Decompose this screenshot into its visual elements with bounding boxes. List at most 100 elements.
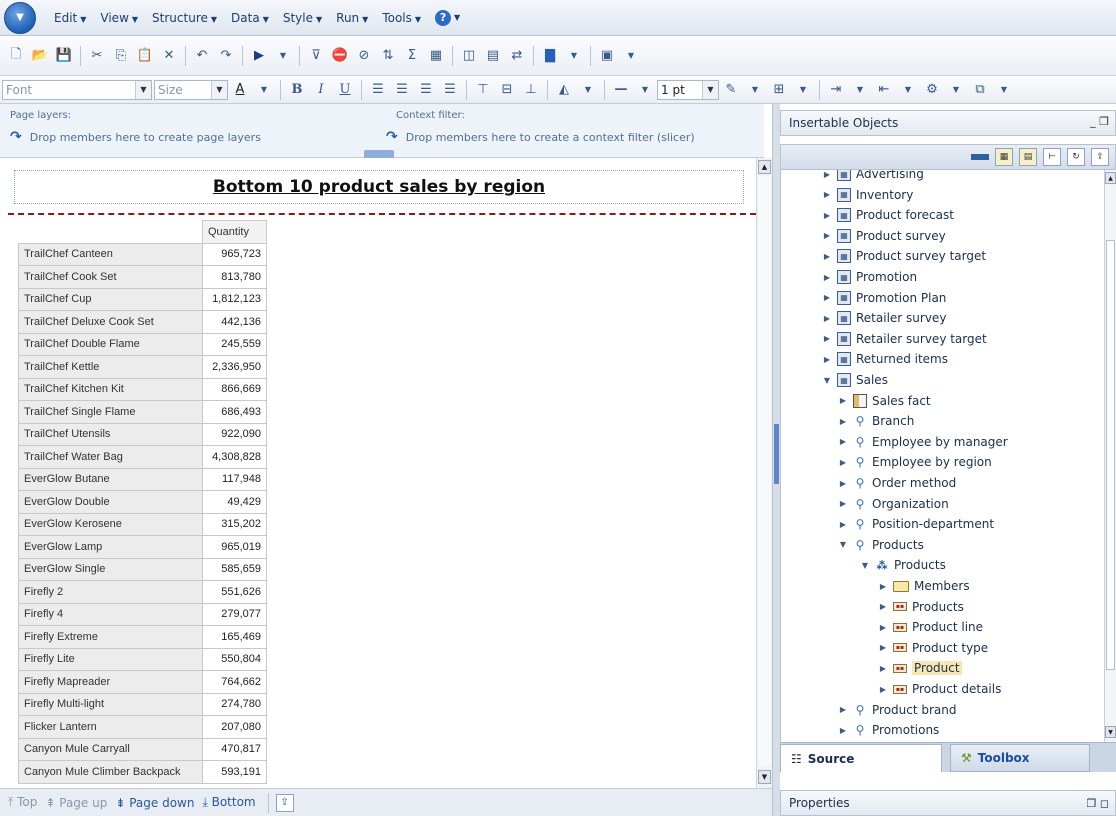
chart-dropdown-icon[interactable]: ▼ xyxy=(565,47,583,65)
quantity-cell[interactable]: 4,308,828 xyxy=(202,445,267,469)
crosstab[interactable]: Quantity TrailChef Canteen 965,723 TrailCh… xyxy=(18,220,267,784)
tree-item-promotion[interactable]: ▶ ▦ Promotion xyxy=(821,267,917,287)
tree-view-icon[interactable]: ⊢ xyxy=(1043,148,1061,166)
tree-item-employee-by-manager[interactable]: ▶ ⚲ Employee by manager xyxy=(837,432,1008,452)
menu-view[interactable]: View ▼ xyxy=(100,11,138,25)
summarize-icon[interactable]: Σ xyxy=(403,47,421,65)
tree-item-position-department[interactable]: ▶ ⚲ Position-department xyxy=(837,514,994,534)
page-export-icon[interactable]: ⇪ xyxy=(275,793,294,812)
tree-item-product-survey[interactable]: ▶ ▦ Product survey xyxy=(821,226,946,246)
help-icon[interactable]: ? xyxy=(435,9,452,26)
quantity-cell[interactable]: 49,429 xyxy=(202,490,267,514)
font-combo[interactable]: Font ▼ xyxy=(2,79,152,100)
border-color-icon[interactable]: ✎ xyxy=(722,81,740,99)
collapsed-arrow-icon[interactable]: ▶ xyxy=(821,252,833,261)
row-label[interactable]: TrailChef Canteen xyxy=(18,242,203,266)
menu-structure[interactable]: Structure ▼ xyxy=(152,11,217,25)
open-icon[interactable]: 📂 xyxy=(31,47,49,65)
minimize-icon[interactable] xyxy=(971,154,989,160)
collapsed-arrow-icon[interactable]: ▶ xyxy=(821,211,833,220)
menu-run[interactable]: Run ▼ xyxy=(336,11,368,25)
tree-item-promotions[interactable]: ▶ ⚲ Promotions xyxy=(837,720,939,740)
tree-item-products[interactable]: ▼ ⚲ Products xyxy=(837,535,924,555)
fill-dropdown-icon[interactable]: ▼ xyxy=(579,81,597,99)
chevron-down-icon[interactable]: ▼ xyxy=(702,80,718,99)
align-top-icon[interactable]: ⊤ xyxy=(474,81,492,99)
borders-dropdown-icon[interactable]: ▼ xyxy=(794,81,812,99)
quantity-cell[interactable]: 922,090 xyxy=(202,422,267,446)
size-combo[interactable]: Size ▼ xyxy=(154,79,228,100)
pivot-icon[interactable]: ◫ xyxy=(460,47,478,65)
chevron-down-icon[interactable]: ▼ xyxy=(135,80,151,99)
quantity-cell[interactable]: 965,723 xyxy=(202,242,267,266)
outdent-icon[interactable]: ⇤ xyxy=(875,81,893,99)
tree-item-organization[interactable]: ▶ ⚲ Organization xyxy=(837,494,949,514)
scroll-down-icon[interactable]: ▼ xyxy=(1105,726,1116,738)
row-label[interactable]: EverGlow Lamp xyxy=(18,535,203,559)
quantity-cell[interactable]: 593,191 xyxy=(202,760,267,784)
save-icon[interactable]: 💾 xyxy=(55,47,73,65)
collapsed-arrow-icon[interactable]: ▶ xyxy=(837,479,849,488)
row-label[interactable]: Firefly Lite xyxy=(18,647,203,671)
tree-item-members[interactable]: ▶ Members xyxy=(877,576,970,596)
expanded-arrow-icon[interactable]: ▼ xyxy=(821,376,833,385)
menu-edit[interactable]: Edit ▼ xyxy=(54,11,86,25)
row-label[interactable]: Flicker Lantern xyxy=(18,715,203,739)
outdent-dropdown-icon[interactable]: ▼ xyxy=(899,81,917,99)
collapsed-arrow-icon[interactable]: ▶ xyxy=(821,170,833,179)
collapsed-arrow-icon[interactable]: ▶ xyxy=(821,293,833,302)
quantity-cell[interactable]: 470,817 xyxy=(202,737,267,761)
chevron-down-icon[interactable]: ▼ xyxy=(211,80,227,99)
tree-item-advertising[interactable]: ▶ ▦ Advertising xyxy=(821,170,924,184)
context-filter-drop-zone[interactable]: Context filter: ↷ Drop members here to c… xyxy=(386,110,695,145)
group-icon[interactable]: ▤ xyxy=(484,47,502,65)
sort-icon[interactable]: ⇅ xyxy=(379,47,397,65)
row-label[interactable]: Firefly 2 xyxy=(18,580,203,604)
font-color-icon[interactable]: A xyxy=(231,81,249,99)
tree-item-retailer-survey[interactable]: ▶ ▦ Retailer survey xyxy=(821,308,946,328)
redo-icon[interactable]: ↷ xyxy=(217,47,235,65)
pane-controls-icon[interactable]: _ ❐ xyxy=(1090,115,1109,128)
italic-icon[interactable]: I xyxy=(312,81,330,99)
collapsed-arrow-icon[interactable]: ▶ xyxy=(877,602,889,611)
indent-icon[interactable]: ⇥ xyxy=(827,81,845,99)
quantity-cell[interactable]: 315,202 xyxy=(202,512,267,536)
tree-item-returned-items[interactable]: ▶ ▦ Returned items xyxy=(821,349,948,369)
tree-item-employee-by-region[interactable]: ▶ ⚲ Employee by region xyxy=(837,452,992,472)
tree-item-inventory[interactable]: ▶ ▦ Inventory xyxy=(821,185,913,205)
tree-item-product-survey-target[interactable]: ▶ ▦ Product survey target xyxy=(821,246,986,266)
collapsed-arrow-icon[interactable]: ▶ xyxy=(821,190,833,199)
collapsed-arrow-icon[interactable]: ▶ xyxy=(837,520,849,529)
align-right-icon[interactable]: ☰ xyxy=(417,81,435,99)
indent-dropdown-icon[interactable]: ▼ xyxy=(851,81,869,99)
row-label[interactable]: EverGlow Kerosene xyxy=(18,512,203,536)
data-format-icon[interactable]: ⚙ xyxy=(923,81,941,99)
tab-source[interactable]: ☷ Source xyxy=(780,744,942,772)
tree-item-product-line[interactable]: ▶ ▪▪ Product line xyxy=(877,617,983,637)
row-label[interactable]: TrailChef Single Flame xyxy=(18,400,203,424)
tree-item-product-details[interactable]: ▶ ▪▪ Product details xyxy=(877,679,1001,699)
row-label[interactable]: Canyon Mule Carryall xyxy=(18,737,203,761)
justify-icon[interactable]: ☰ xyxy=(441,81,459,99)
run-dropdown-icon[interactable]: ▼ xyxy=(274,47,292,65)
row-label[interactable]: TrailChef Deluxe Cook Set xyxy=(18,310,203,334)
collapsed-arrow-icon[interactable]: ▶ xyxy=(837,396,849,405)
quantity-cell[interactable]: 117,948 xyxy=(202,467,267,491)
expanded-arrow-icon[interactable]: ▼ xyxy=(859,561,871,570)
style-icon[interactable]: ⧉ xyxy=(971,81,989,99)
row-label[interactable]: Firefly Extreme xyxy=(18,625,203,649)
copy-icon[interactable]: ⎘ xyxy=(112,47,130,65)
view-members-icon[interactable]: ▦ xyxy=(995,148,1013,166)
report-title-block[interactable]: Bottom 10 product sales by region xyxy=(14,170,744,204)
insert-chart-icon[interactable]: ▣ xyxy=(598,47,616,65)
row-label[interactable]: Canyon Mule Climber Backpack xyxy=(18,760,203,784)
quantity-cell[interactable]: 274,780 xyxy=(202,692,267,716)
chart-icon[interactable]: ▇ xyxy=(541,47,559,65)
scroll-up-icon[interactable]: ▲ xyxy=(1105,172,1116,184)
pane-controls-icon[interactable]: ❐ ◻ xyxy=(1087,797,1110,810)
calculate-icon[interactable]: ▦ xyxy=(427,47,445,65)
align-left-icon[interactable]: ☰ xyxy=(369,81,387,99)
row-label[interactable]: TrailChef Kitchen Kit xyxy=(18,377,203,401)
quantity-cell[interactable]: 585,659 xyxy=(202,557,267,581)
app-menu-button[interactable]: ▼ xyxy=(4,1,36,34)
